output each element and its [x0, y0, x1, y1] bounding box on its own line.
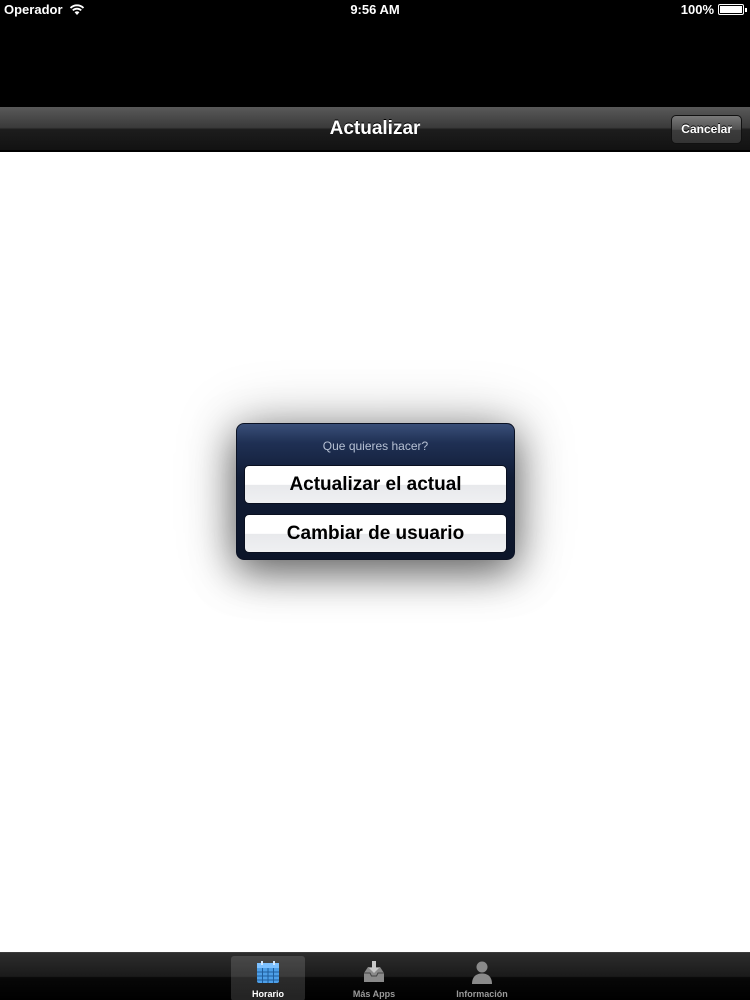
status-bar: Operador 9:56 AM 100%: [0, 0, 750, 20]
tab-informacion-label: Información: [456, 989, 508, 999]
top-black-area: [0, 20, 750, 107]
tab-horario[interactable]: Horario: [231, 956, 305, 1000]
tab-mas-apps[interactable]: Más Apps: [337, 956, 411, 1000]
status-right: 100%: [680, 2, 747, 17]
calendar-icon: [257, 961, 279, 983]
battery-icon: [718, 4, 747, 15]
clock: 9:56 AM: [350, 2, 400, 17]
update-current-button[interactable]: Actualizar el actual: [244, 465, 507, 504]
navigation-bar: Actualizar Cancelar: [0, 107, 750, 151]
change-user-button[interactable]: Cambiar de usuario: [244, 514, 507, 553]
battery-percentage: 100%: [680, 2, 714, 17]
cancel-button[interactable]: Cancelar: [671, 115, 742, 144]
page-title: Actualizar: [329, 118, 421, 139]
tab-horario-label: Horario: [251, 989, 284, 999]
action-sheet: Que quieres hacer? Actualizar el actual …: [236, 423, 515, 560]
person-icon: [472, 961, 492, 984]
tab-bar: Horario Más Apps Información: [0, 952, 750, 1000]
tab-informacion[interactable]: Información: [445, 956, 519, 1000]
download-tray-icon: [364, 961, 384, 982]
battery-fill: [720, 6, 742, 13]
action-sheet-title: Que quieres hacer?: [322, 439, 429, 453]
tab-mas-apps-label: Más Apps: [352, 989, 396, 999]
